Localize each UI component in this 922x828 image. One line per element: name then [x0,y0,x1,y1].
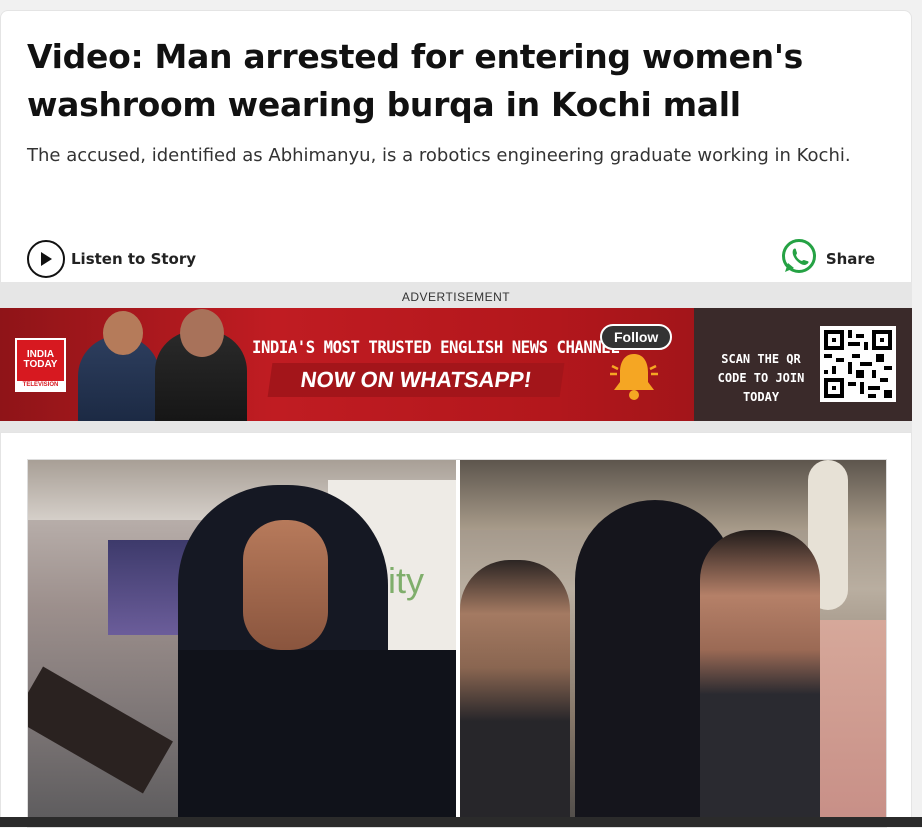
bottom-bar [0,817,922,827]
scan-qr-text: SCAN THE QR CODE TO JOIN TODAY [717,352,805,404]
article-headline: Video: Man arrested for entering women's… [27,37,804,124]
qr-code [820,326,896,402]
person-body [178,650,456,827]
follow-button[interactable]: Follow [600,324,673,350]
police-officer [700,530,820,827]
bell-icon [604,348,664,413]
listen-label: Listen to Story [71,250,197,268]
whatsapp-icon [780,238,818,281]
india-today-logo: INDIA TODAY TELEVISION [15,338,66,392]
share-label: Share [825,250,875,268]
article-summary: The accused, identified as Abhimanyu, is… [27,145,851,166]
person-face [243,520,328,650]
ad-qr-panel: SCAN THE QR CODE TO JOIN TODAY [694,308,912,421]
share-button[interactable]: Share [780,238,875,281]
logo-text: INDIA TODAY [23,349,58,370]
article-image[interactable]: nity [27,459,887,828]
ad-headline: INDIA'S MOST TRUSTED ENGLISH NEWS CHANNE… [252,338,620,358]
whatsapp-channel-ad[interactable]: INDIA TODAY TELEVISION INDIA'S MOST TRUS… [0,308,912,421]
ad-cta: NOW ON WHATSAPP! [267,363,565,397]
bystander-right [820,620,886,827]
arm-foreground [28,666,173,794]
advertisement-label: ADVERTISEMENT [401,290,511,304]
anchor-head-left [103,311,143,355]
listen-to-story-button[interactable]: Listen to Story [27,240,196,278]
play-icon [27,240,65,278]
image-panel-right [460,460,886,827]
anchor-head-right [180,309,224,357]
advertisement-section: ADVERTISEMENT INDIA TODAY TELEVISION IND… [0,282,912,432]
article-image-container: nity [0,432,912,828]
image-panel-left: nity [28,460,456,827]
article-header: Video: Man arrested for entering women's… [0,10,912,282]
bystander-left [460,560,570,827]
logo-subtext: TELEVISION [17,381,64,390]
